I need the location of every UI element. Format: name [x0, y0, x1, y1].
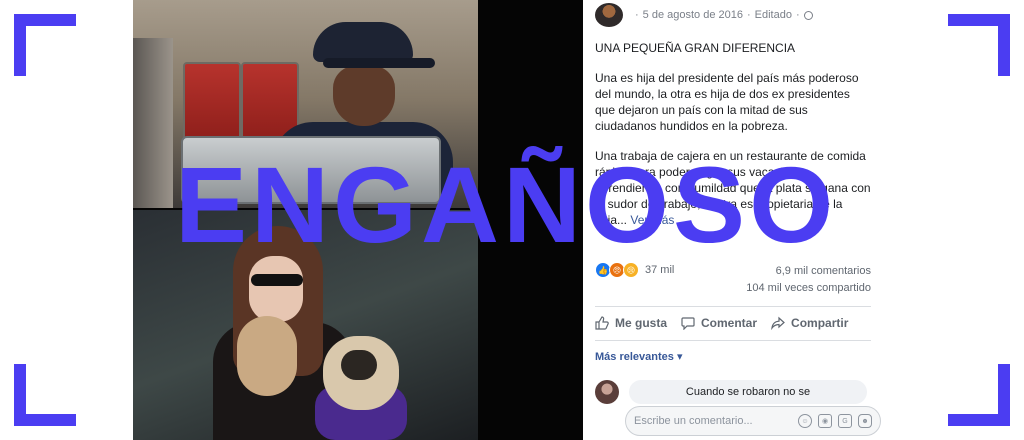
sticker-icon[interactable]: ☻	[858, 414, 872, 428]
shares-count[interactable]: 104 mil veces compartido	[746, 280, 871, 297]
post-title: UNA PEQUEÑA GRAN DIFERENCIA	[595, 41, 796, 55]
like-button[interactable]: Me gusta	[595, 316, 667, 330]
drink-dispenser	[183, 62, 241, 144]
corner-bracket-top-right	[948, 14, 1010, 76]
share-icon	[771, 316, 785, 330]
gif-icon[interactable]: G	[838, 414, 852, 428]
commenter-avatar[interactable]	[595, 380, 619, 404]
camera-icon[interactable]: ◉	[818, 414, 832, 428]
like-label: Me gusta	[615, 316, 668, 330]
comment-input[interactable]	[634, 415, 798, 427]
share-button[interactable]: Compartir	[771, 316, 848, 330]
drink-machine	[133, 38, 173, 208]
face	[249, 256, 303, 322]
post-header: · 5 de agosto de 2016 · Editado ·	[595, 0, 813, 30]
corner-bracket-bottom-right	[948, 364, 1010, 426]
edited-label[interactable]: Editado	[755, 9, 792, 21]
post-paragraph: Una es hija del presidente del país más …	[595, 71, 859, 133]
comment-label: Comentar	[701, 316, 758, 330]
comment-bubble: Cuando se robaron no se	[629, 380, 867, 404]
verdict-stamp: ENGAÑOSO	[175, 144, 838, 265]
comment-button[interactable]: Comentar	[681, 316, 757, 330]
composer-icons: ☺ ◉ G ☻	[798, 414, 872, 428]
post-actions: Me gusta Comentar Compartir	[595, 310, 871, 336]
face	[333, 66, 395, 126]
sunglasses	[251, 274, 303, 286]
divider	[595, 306, 871, 307]
post-stats: 6,9 mil comentarios 104 mil veces compar…	[746, 263, 871, 297]
comment-sort-dropdown[interactable]: Más relevantes ▾	[595, 350, 682, 363]
share-label: Compartir	[791, 316, 849, 330]
comment-item: Cuando se robaron no se	[595, 380, 867, 404]
post-date[interactable]: 5 de agosto de 2016	[643, 9, 743, 21]
thumbs-up-icon	[595, 316, 609, 330]
chevron-down-icon: ▾	[676, 351, 683, 363]
globe-icon	[803, 10, 813, 20]
separator: ·	[635, 9, 639, 21]
pug-dog	[323, 336, 399, 410]
pug-face	[341, 350, 377, 380]
separator: ·	[795, 9, 800, 21]
author-avatar[interactable]	[595, 3, 623, 27]
corner-bracket-top-left	[14, 14, 76, 76]
comments-count[interactable]: 6,9 mil comentarios	[746, 263, 871, 280]
emoji-icon[interactable]: ☺	[798, 414, 812, 428]
comment-composer: ☺ ◉ G ☻	[625, 406, 881, 436]
sort-label: Más relevantes	[595, 351, 674, 363]
cap-brim	[323, 58, 435, 68]
fur-scarf	[237, 316, 297, 396]
cap	[313, 22, 413, 62]
corner-bracket-bottom-left	[14, 364, 76, 426]
post-meta: · 5 de agosto de 2016 · Editado ·	[635, 9, 813, 21]
reaction-count: 37 mil	[645, 264, 675, 276]
comment-icon	[681, 317, 695, 330]
separator: ·	[746, 9, 751, 21]
divider	[595, 340, 871, 341]
